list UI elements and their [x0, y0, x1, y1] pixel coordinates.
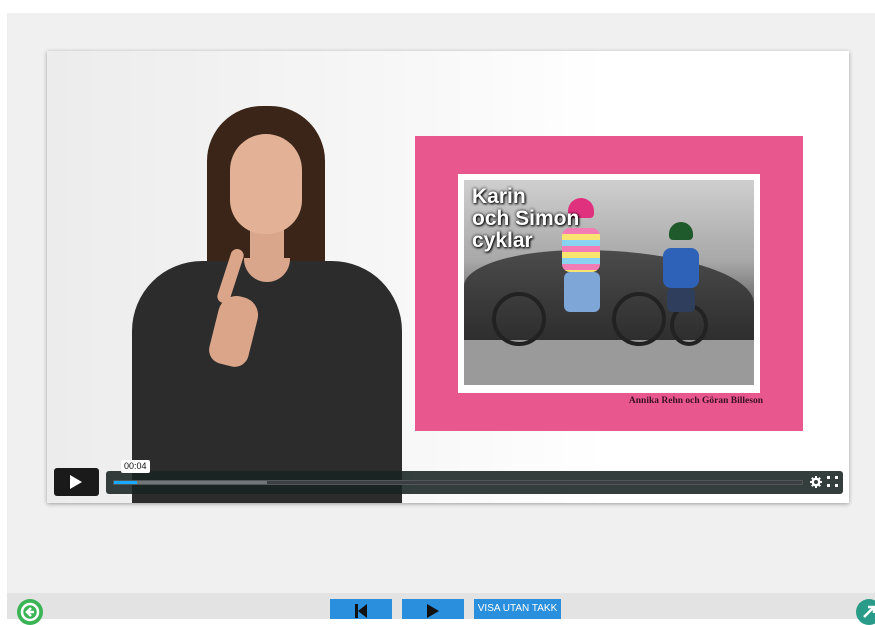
boy-cyclist — [659, 222, 703, 322]
play-button[interactable] — [54, 468, 99, 496]
show-without-signs-button[interactable]: VISA UTAN TAKK — [474, 599, 561, 619]
cover-photo-frame: Karin och Simon cyklar — [458, 174, 760, 393]
video-player[interactable]: Karin och Simon cyklar Annika Rehn och G… — [47, 51, 849, 503]
cover-photo: Karin och Simon cyklar — [464, 180, 754, 385]
fullscreen-button[interactable] — [856, 599, 875, 625]
bottom-navigation-bar: VISA UTAN TAKK — [7, 593, 875, 625]
skip-previous-icon — [355, 604, 367, 618]
book-authors: Annika Rehn och Göran Billeson — [628, 396, 763, 406]
play-next-icon — [427, 604, 439, 618]
current-time: 00:04 — [121, 460, 150, 473]
video-control-bar: 00:04 — [106, 460, 843, 494]
gear-icon[interactable] — [809, 476, 823, 490]
sign-language-presenter — [132, 106, 402, 503]
expand-icon[interactable] — [825, 476, 839, 490]
next-page-button[interactable] — [402, 599, 464, 619]
progress-played — [114, 481, 138, 484]
previous-page-button[interactable] — [330, 599, 392, 619]
book-cover: Karin och Simon cyklar Annika Rehn och G… — [415, 136, 803, 431]
play-icon — [70, 475, 82, 489]
book-title: Karin och Simon cyklar — [472, 185, 580, 252]
progress-bar[interactable] — [113, 480, 803, 485]
back-button[interactable] — [17, 599, 43, 625]
